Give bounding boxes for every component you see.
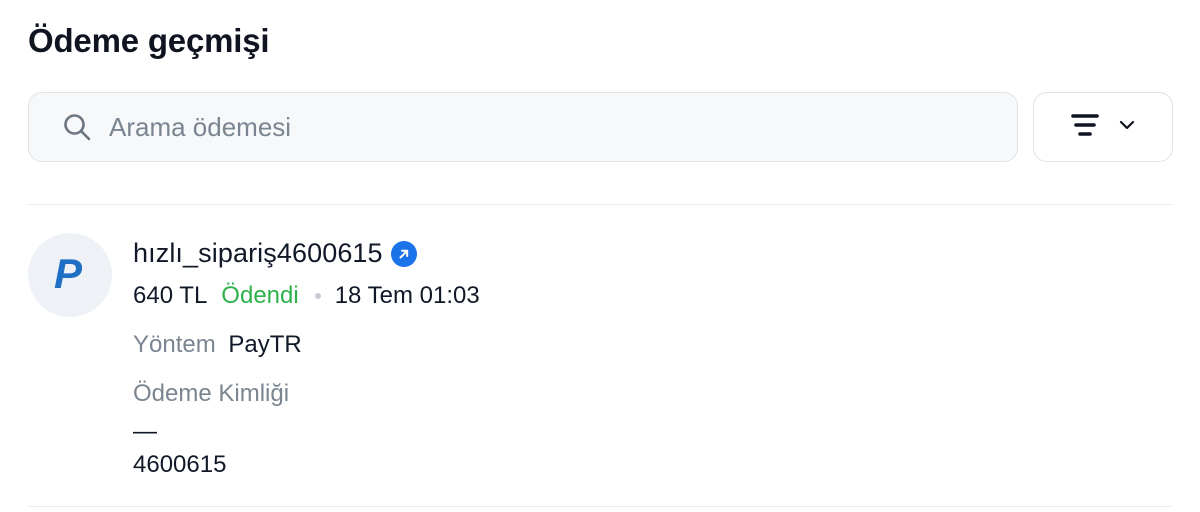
- payment-amount: 640 TL: [133, 282, 208, 309]
- list-divider-bottom: [28, 506, 1172, 507]
- paypal-icon: P: [50, 250, 90, 300]
- order-name: hızlı_sipariş4600615: [133, 238, 383, 268]
- filter-lines-icon: [1070, 110, 1100, 145]
- payment-id-label: Ödeme Kimliği: [133, 380, 290, 407]
- external-link-icon[interactable]: [390, 240, 417, 267]
- chevron-down-icon: [1118, 116, 1136, 139]
- method-label: Yöntem: [133, 331, 216, 358]
- svg-text:P: P: [54, 251, 83, 295]
- method-value: PayTR: [228, 331, 302, 358]
- payment-date: 18 Tem 01:03: [334, 282, 480, 309]
- page-title: Ödeme geçmişi: [28, 22, 270, 59]
- provider-avatar: P: [28, 233, 112, 317]
- search-bar[interactable]: [28, 92, 1018, 162]
- payment-method-row: Yöntem PayTR: [133, 331, 302, 359]
- payment-id-value: 4600615: [133, 451, 227, 478]
- payment-id-dash: —: [133, 418, 157, 445]
- order-title-row: hızlı_sipariş4600615: [133, 238, 417, 269]
- search-input[interactable]: [107, 92, 1017, 162]
- search-icon: [61, 111, 93, 143]
- filter-sort-button[interactable]: [1033, 92, 1173, 162]
- separator-dot: [314, 293, 321, 299]
- payment-meta-row: 640 TL Ödendi 18 Tem 01:03: [133, 282, 480, 310]
- payment-status: Ödendi: [221, 282, 299, 309]
- payment-history-page: Ödeme geçmişi P: [0, 0, 1200, 512]
- list-divider-top: [28, 204, 1172, 205]
